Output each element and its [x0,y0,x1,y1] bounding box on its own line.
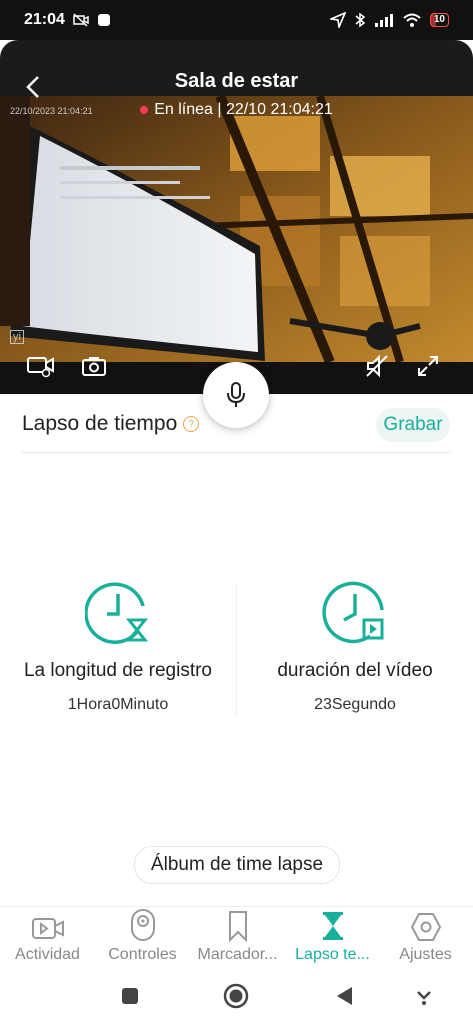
microphone-icon [227,382,245,407]
clock-play-icon [322,581,384,644]
triangle-back-icon [337,987,352,1005]
video-duration-panel[interactable]: duración del vídeo 23Segundo [237,580,473,714]
speaker-muted-icon [366,354,388,378]
record-video-button[interactable] [26,352,58,380]
signal-icon [374,13,394,27]
back-nav-button[interactable] [330,982,358,1010]
online-status: En línea | 22/10 21:04:21 [0,101,473,119]
hourglass-icon [322,912,343,940]
fullscreen-button[interactable] [412,352,444,380]
live-video-feed[interactable] [0,96,473,362]
expand-icon [418,356,438,376]
status-time: 21:04 [24,11,65,28]
tab-ajustes[interactable]: Ajustes [378,906,473,964]
section-title-text: Lapso de tiempo [22,412,178,435]
video-icon [31,918,64,939]
video-frame-image [0,96,473,362]
camera-off-icon [73,13,89,27]
tab-label: Actividad [15,946,80,963]
camera-icon [82,357,106,376]
record-length-panel[interactable]: La longitud de registro 1Hora0Minuto [0,580,236,714]
circle-home-icon [223,983,249,1009]
screenshot-button[interactable] [78,352,110,380]
recents-button[interactable] [116,982,144,1010]
section-title: Lapso de tiempo ? [22,412,200,436]
help-icon[interactable]: ? [183,416,200,432]
app-notification-icon [97,13,111,27]
home-button[interactable] [222,982,250,1010]
chevron-down-icon [417,991,431,1005]
tab-lapso-de-tiempo[interactable]: Lapso te... [285,906,380,964]
tab-actividad[interactable]: Actividad [0,906,95,964]
camera-remote-icon [130,909,155,941]
clock-hourglass-icon [85,582,149,644]
status-bar: 21:04 10 [0,0,473,40]
video-record-icon [27,357,54,378]
timelapse-album-button[interactable]: Álbum de time lapse [134,846,340,884]
tab-controles[interactable]: Controles [95,906,190,964]
record-length-value: 1Hora0Minuto [67,696,169,713]
online-status-text: En línea | 22/10 21:04:21 [154,101,333,118]
bluetooth-icon [354,12,366,28]
video-duration-value: 23Segundo [314,696,396,713]
online-dot-icon [140,106,149,114]
bookmark-icon [228,911,247,942]
video-duration-label: duración del vídeo [277,660,433,681]
hexagon-settings-icon [410,913,441,941]
tab-label: Ajustes [399,946,452,963]
wifi-icon [402,12,422,28]
record-length-label: La longitud de registro [23,660,212,681]
camera-logo: yi [10,330,24,344]
divider [22,452,451,453]
tab-label: Lapso te... [295,946,370,963]
record-timelapse-button[interactable]: Grabar [376,408,450,442]
mute-button[interactable] [362,352,394,380]
square-icon [122,988,138,1004]
tab-marcadores[interactable]: Marcador... [190,906,285,964]
tab-label: Marcador... [197,946,278,963]
battery-indicator: 10 [429,13,449,27]
microphone-button[interactable] [203,362,269,428]
location-icon [329,12,346,28]
page-title: Sala de estar [174,70,299,92]
tab-label: Controles [108,946,177,963]
nav-extra-button[interactable] [410,982,438,1010]
